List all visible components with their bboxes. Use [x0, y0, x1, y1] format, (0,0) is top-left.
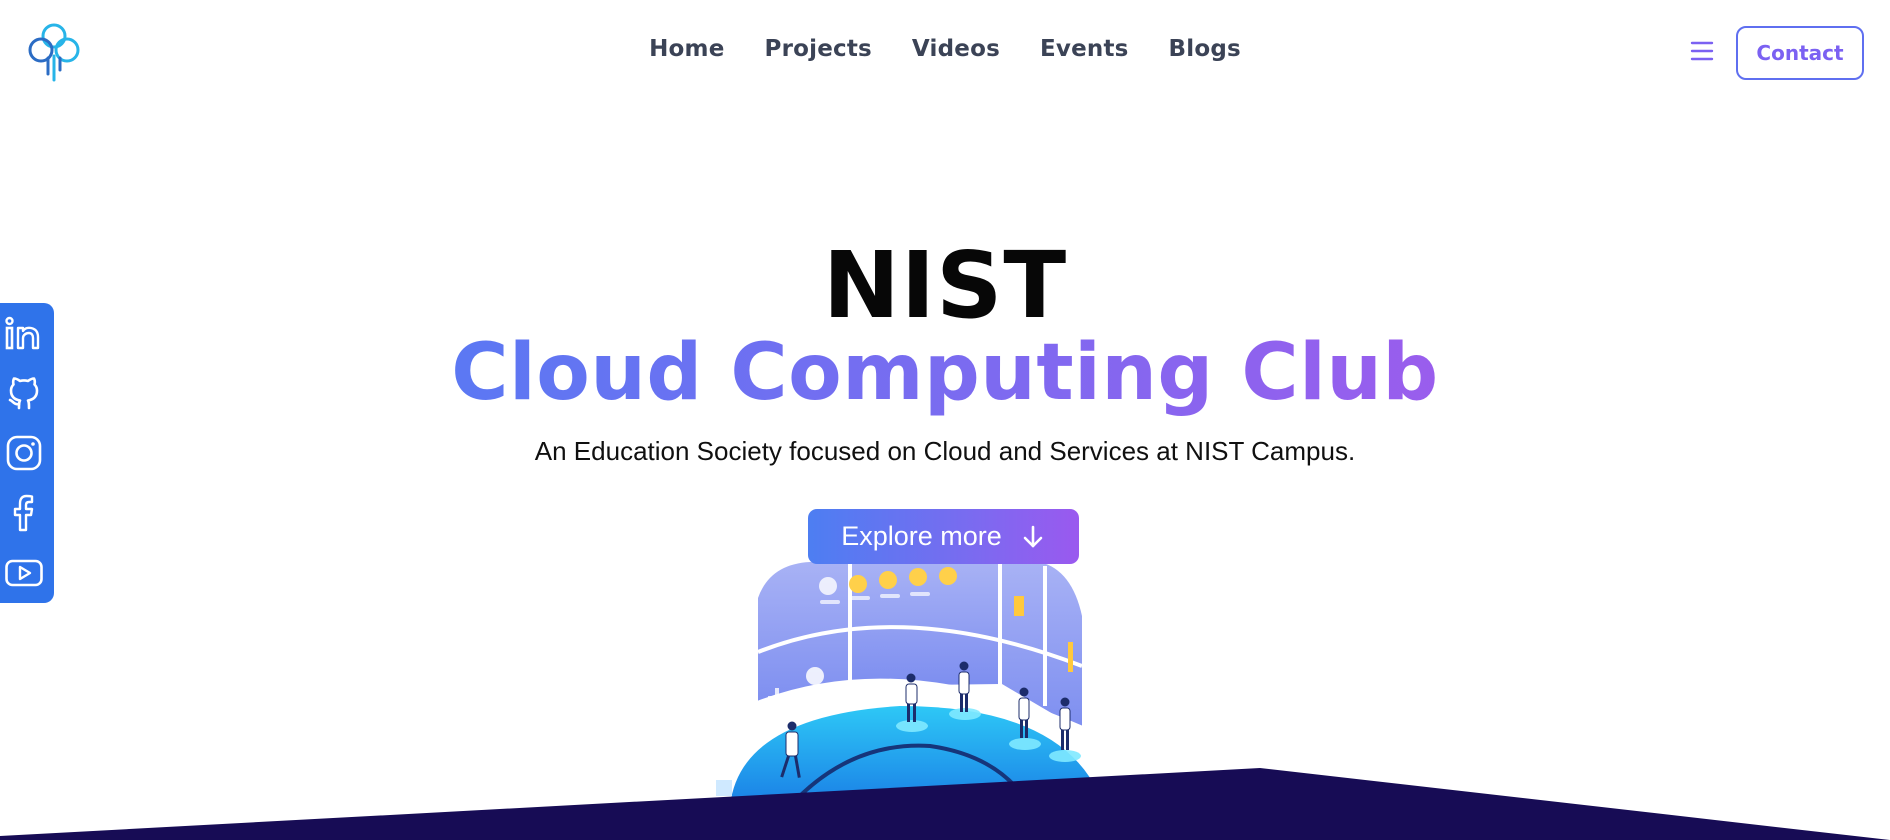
hamburger-menu-icon[interactable]: [1690, 39, 1714, 63]
nav-projects-link[interactable]: Projects: [765, 36, 872, 62]
main-nav: Home Projects Videos Events Blogs: [0, 36, 1890, 62]
footer-wave: [0, 768, 1890, 840]
explore-more-label: Explore more: [841, 521, 1002, 551]
facebook-icon[interactable]: [4, 493, 44, 533]
youtube-icon[interactable]: [4, 553, 44, 593]
nav-events-link[interactable]: Events: [1040, 36, 1129, 62]
hero-subtitle-text: Cloud Computing Club: [451, 328, 1439, 418]
cloud-logo-icon[interactable]: [26, 22, 82, 82]
hero-description: An Education Society focused on Cloud an…: [534, 436, 1356, 466]
arrow-down-icon: [1023, 525, 1043, 547]
site-header: Home Projects Videos Events Blogs Contac…: [0, 0, 1890, 106]
nav-home-link[interactable]: Home: [649, 36, 724, 62]
nav-blogs-link[interactable]: Blogs: [1169, 36, 1241, 62]
nav-videos-link[interactable]: Videos: [912, 36, 1000, 62]
explore-more-button[interactable]: Explore more: [808, 509, 1079, 564]
contact-button[interactable]: Contact: [1736, 26, 1864, 80]
hero-title: NIST: [822, 232, 1068, 339]
hero-subtitle: Cloud Computing Club: [0, 328, 1890, 418]
